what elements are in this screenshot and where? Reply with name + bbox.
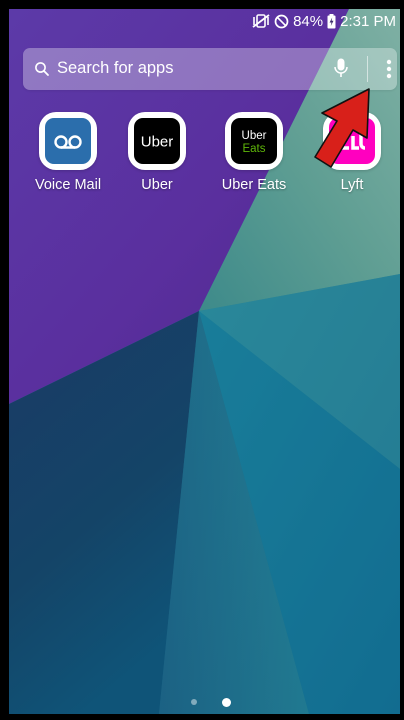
app-uber[interactable]: Uber Uber bbox=[116, 109, 198, 201]
search-icon bbox=[35, 62, 49, 76]
status-time: 2:31 PM bbox=[340, 12, 396, 30]
uber-eats-logo-bottom: Eats bbox=[242, 143, 265, 155]
app-search-bar[interactable]: Search for apps bbox=[23, 48, 397, 90]
microphone-icon[interactable] bbox=[334, 58, 348, 79]
vibrate-mute-icon bbox=[252, 14, 270, 28]
search-divider bbox=[367, 56, 368, 82]
uber-eats-logo-top: Uber bbox=[242, 130, 267, 142]
search-input[interactable]: Search for apps bbox=[57, 59, 173, 78]
status-bar: 84% 2:31 PM bbox=[9, 9, 400, 33]
app-uber-eats[interactable]: Uber Eats Uber Eats bbox=[213, 109, 295, 201]
uber-eats-logo-icon[interactable]: Uber Eats bbox=[225, 112, 283, 170]
more-options-icon[interactable] bbox=[379, 57, 399, 81]
page-dot-2[interactable] bbox=[222, 698, 231, 707]
app-label-uber-eats: Uber Eats bbox=[221, 177, 287, 193]
uber-logo-text: Uber bbox=[141, 134, 174, 151]
home-screen: 84% 2:31 PM Search for apps Voice Mail U… bbox=[9, 9, 400, 714]
status-icons: 84% 2:31 PM bbox=[252, 12, 396, 30]
app-lyft[interactable]: Lyft bbox=[311, 109, 393, 201]
app-voice-mail[interactable]: Voice Mail bbox=[27, 109, 109, 201]
voicemail-icon[interactable] bbox=[39, 112, 97, 170]
battery-percent: 84% bbox=[293, 12, 324, 30]
do-not-disturb-icon bbox=[274, 14, 289, 28]
uber-logo-icon[interactable]: Uber bbox=[128, 112, 186, 170]
app-label-lyft: Lyft bbox=[340, 177, 364, 193]
phone-frame: 84% 2:31 PM Search for apps Voice Mail U… bbox=[0, 0, 404, 720]
battery-charging-icon bbox=[327, 13, 336, 28]
app-label-voice-mail: Voice Mail bbox=[34, 177, 102, 193]
lyft-logo-icon[interactable] bbox=[323, 112, 381, 170]
app-label-uber: Uber bbox=[141, 177, 173, 193]
page-dot-1[interactable] bbox=[191, 699, 197, 705]
page-indicator bbox=[9, 696, 400, 707]
